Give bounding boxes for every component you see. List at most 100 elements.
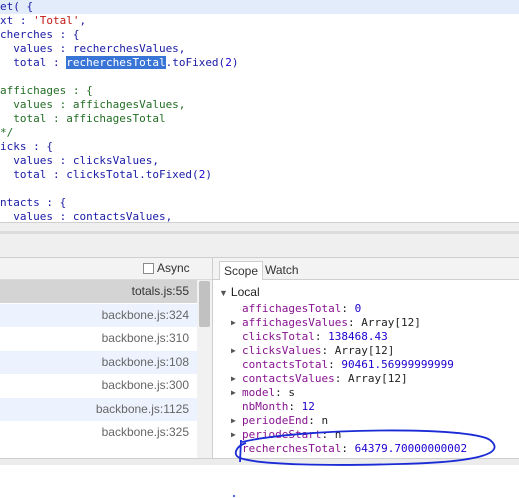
expand-right-icon[interactable]: ▶ [231, 372, 236, 386]
code-token: cherches : { [0, 28, 80, 41]
variable-name: contactsValues [242, 372, 335, 385]
tab-watch[interactable]: Watch [261, 261, 303, 280]
console-drawer [0, 458, 519, 498]
scope-variable[interactable]: contactsTotal: 90461.56999999999 [242, 358, 454, 372]
scope-pane: Scope Watch ▼ Local affichagesTotal: 0 ▶ af… [213, 258, 519, 458]
code-line: values : contactsValues, [0, 210, 172, 222]
async-checkbox[interactable] [143, 263, 154, 274]
async-label: Async [157, 261, 190, 275]
code-line: icks : { [0, 140, 53, 154]
panel-splitter[interactable] [0, 222, 519, 258]
variable-value: Array[12] [334, 344, 395, 357]
code-token: values : clicksValues, [0, 154, 159, 167]
code-line: total : clicksTotal.toFixed(2) [0, 168, 212, 182]
local-section-header[interactable]: ▼ Local [219, 285, 260, 299]
variable-separator: : [308, 414, 322, 427]
call-frame[interactable]: totals.js:55 [0, 280, 197, 303]
call-frame-location: backbone.js:310 [101, 331, 189, 345]
scope-variable[interactable]: recherchesTotal: 64379.70000000002 [242, 442, 467, 456]
call-frame[interactable]: backbone.js:108 [0, 350, 197, 374]
drawer-divider [0, 459, 519, 465]
code-token: affichages : { [0, 84, 93, 97]
variable-value: n [334, 428, 342, 441]
code-token: 2 [225, 56, 232, 69]
local-section-label: Local [230, 285, 260, 299]
call-frame[interactable]: backbone.js:1125 [0, 397, 197, 421]
call-frame-location: backbone.js:108 [101, 354, 189, 369]
code-token: icks : { [0, 140, 53, 153]
code-line: total : recherchesTotal.toFixed(2) [0, 56, 238, 70]
tab-scope[interactable]: Scope [219, 261, 264, 280]
scope-variable[interactable]: affichagesTotal: 0 [242, 302, 361, 316]
call-frame[interactable]: backbone.js:300 [0, 374, 197, 397]
code-token: 'Total' [33, 14, 80, 27]
code-token: xt : [0, 14, 34, 27]
expand-right-icon[interactable]: ▶ [231, 428, 236, 442]
code-token: total : [0, 56, 67, 69]
expand-right-icon[interactable]: ▶ [231, 344, 236, 358]
call-frame-location: totals.js:55 [131, 284, 189, 298]
code-line: cherches : { [0, 28, 79, 42]
variable-name: affichagesTotal [242, 302, 342, 315]
scope-variable[interactable]: ▶ contactsValues: Array[12] [231, 372, 408, 386]
call-frame-location: backbone.js:325 [101, 425, 189, 439]
variable-value: 0 [354, 302, 362, 315]
variable-name: nbMonth [242, 400, 289, 413]
code-editor[interactable]: et( {xt : 'Total', cherches : { values : … [0, 0, 519, 222]
code-line: values : affichagesValues, [0, 98, 185, 112]
call-frame[interactable]: backbone.js:325 [0, 421, 197, 444]
variable-name: affichagesValues [242, 316, 348, 329]
variable-separator: : [334, 372, 348, 385]
code-line: total : affichagesTotal [0, 112, 165, 126]
variable-name: contactsTotal [242, 358, 329, 371]
variable-separator: : [347, 316, 362, 329]
code-token: values : contactsValues, [0, 210, 173, 222]
call-stack-header: Async [0, 258, 212, 280]
scope-variable[interactable]: ▶ periodeStart: n [231, 428, 342, 442]
selected-token: recherchesTotal [66, 56, 166, 69]
code-line: xt : 'Total', [0, 14, 86, 28]
scope-variable[interactable]: nbMonth: 12 [242, 400, 315, 414]
expand-right-icon[interactable]: ▶ [231, 386, 236, 400]
variable-value: Array[12] [361, 316, 421, 329]
code-line: */ [0, 126, 13, 140]
code-token: , [79, 14, 87, 27]
call-frame-location: backbone.js:1125 [95, 401, 189, 416]
scope-variable[interactable]: ▶ periodeEnd: n [231, 414, 329, 428]
scope-variable[interactable]: ▶ model: s [231, 386, 295, 400]
expand-down-icon: ▼ [219, 288, 228, 298]
call-stack-pane: Async totals.js:55 backbone.js:324 backbon… [0, 258, 213, 458]
code-token: ntacts : { [0, 196, 67, 209]
variable-value: s [288, 386, 295, 399]
variable-separator: : [288, 400, 302, 413]
variable-name: periodeEnd [242, 414, 309, 427]
variable-value: n [321, 414, 329, 427]
call-frame-location: backbone.js:300 [101, 378, 189, 392]
variable-separator: : [321, 344, 335, 357]
variable-name: clicksValues [242, 344, 322, 357]
variable-separator: : [341, 302, 355, 315]
call-frame[interactable]: backbone.js:310 [0, 327, 197, 350]
call-frame[interactable]: backbone.js:324 [0, 303, 197, 327]
expand-right-icon[interactable]: ▶ [231, 414, 236, 428]
code-line: affichages : { [0, 84, 93, 98]
scope-variable[interactable]: ▶ clicksValues: Array[12] [231, 344, 395, 358]
code-token: total : clicksTotal.toFixed( [0, 168, 199, 181]
code-token: values : recherchesValues, [0, 42, 186, 55]
code-token: */ [0, 126, 14, 139]
variable-value: 138468.43 [328, 330, 388, 343]
scope-variable[interactable]: ▶ affichagesValues: Array[12] [231, 316, 421, 330]
code-token: ) [231, 56, 239, 69]
code-line: ntacts : { [0, 196, 66, 210]
variable-name: recherchesTotal [242, 442, 342, 455]
scrollbar-thumb[interactable] [199, 281, 210, 327]
expand-right-icon[interactable]: ▶ [231, 316, 236, 330]
variable-value: 12 [301, 400, 315, 413]
variable-value: 64379.70000000002 [354, 442, 468, 455]
variable-separator: : [321, 428, 335, 441]
code-line: values : clicksValues, [0, 154, 159, 168]
variable-name: periodeStart [242, 428, 322, 441]
variable-separator: : [328, 358, 342, 371]
scope-variable[interactable]: clicksTotal: 138468.43 [242, 330, 388, 344]
variable-name: clicksTotal [242, 330, 315, 343]
